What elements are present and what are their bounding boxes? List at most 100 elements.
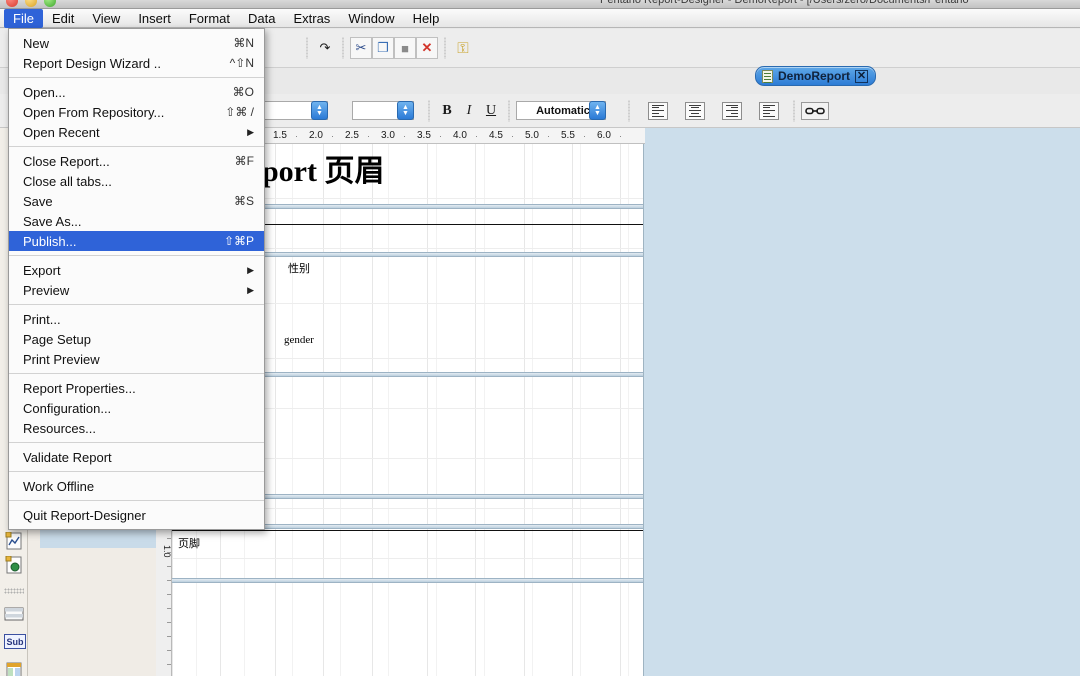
minimize-window-button[interactable] — [25, 0, 37, 7]
hruler-tick: 3.5 — [417, 130, 431, 141]
menu-bar: File Edit View Insert Format Data Extras Window… — [0, 8, 1080, 28]
file-menu-item-publish[interactable]: Publish... ⇧⌘P — [9, 231, 264, 251]
window-title: Pentaho Report-Designer - DemoReport - [… — [600, 0, 969, 6]
close-icon[interactable]: ✕ — [855, 69, 869, 83]
hruler-minor-tick: · — [619, 131, 622, 141]
menu-help[interactable]: Help — [404, 9, 449, 28]
hruler-minor-tick: · — [475, 131, 478, 141]
chevron-updown-icon[interactable]: ▲ ▼ — [311, 101, 328, 120]
file-menu-item-open[interactable]: Open... ⌘O — [9, 82, 264, 102]
grid-line-vertical — [427, 128, 428, 676]
zoom-window-button[interactable] — [44, 0, 56, 7]
file-menu-item-close-report[interactable]: Close Report... ⌘F — [9, 151, 264, 171]
report-document-icon — [762, 69, 773, 83]
column-header-label[interactable]: 性别 — [288, 260, 310, 276]
align-justify-icon[interactable] — [759, 101, 779, 120]
detail-field-gender[interactable]: gender — [284, 334, 314, 346]
file-menu-item-close-all-tabs[interactable]: Close all tabs... — [9, 171, 264, 191]
menu-item-label: New — [23, 35, 50, 51]
menu-item-label: Print... — [23, 311, 61, 327]
menu-item-shortcut: ^⇧N — [229, 56, 254, 70]
footer-text[interactable]: 页脚 — [178, 535, 200, 551]
underline-button[interactable]: U — [480, 100, 502, 122]
menu-item-label: Report Design Wizard .. — [23, 55, 161, 71]
link-glyph — [805, 107, 825, 114]
file-menu-item-export[interactable]: Export ▶ — [9, 260, 264, 280]
grid-line-vertical — [275, 128, 276, 676]
file-menu-item-resources[interactable]: Resources... — [9, 418, 264, 438]
grid-line-vertical-minor — [628, 128, 629, 676]
file-menu-item-open-from-repository[interactable]: Open From Repository... ⇧⌘ / — [9, 102, 264, 122]
tab-demoreport[interactable]: DemoReport ✕ — [755, 66, 877, 86]
chart-element-icon[interactable] — [4, 531, 24, 550]
font-size-combo[interactable]: ▲ ▼ — [352, 101, 414, 120]
grid-line-vertical — [524, 128, 525, 676]
file-menu-item-print-preview[interactable]: Print Preview — [9, 349, 264, 369]
file-menu-item-configuration[interactable]: Configuration... — [9, 398, 264, 418]
palette-separator — [4, 588, 24, 594]
bold-button[interactable]: B — [436, 100, 458, 122]
close-window-button[interactable] — [6, 0, 18, 7]
vruler-minor-tick — [167, 538, 171, 539]
file-menu-item-page-setup[interactable]: Page Setup — [9, 329, 264, 349]
file-menu-item-print[interactable]: Print... — [9, 309, 264, 329]
file-menu-item-validate-report[interactable]: Validate Report — [9, 447, 264, 467]
file-menu-item-save[interactable]: Save ⌘S — [9, 191, 264, 211]
redo-icon[interactable]: ↷ — [314, 37, 336, 59]
window-titlebar: Pentaho Report-Designer - DemoReport - [… — [0, 0, 1080, 9]
menu-item-label: Export — [23, 262, 61, 278]
file-menu-item-work-offline[interactable]: Work Offline — [9, 476, 264, 496]
menu-item-label: Open From Repository... — [23, 104, 165, 120]
menu-data[interactable]: Data — [239, 9, 284, 28]
menu-item-shortcut: ⌘F — [234, 154, 254, 168]
menu-insert[interactable]: Insert — [129, 9, 180, 28]
survey-scale-element-icon[interactable] — [4, 555, 24, 574]
chevron-updown-icon[interactable]: ▲ ▼ — [397, 101, 414, 120]
menu-view[interactable]: View — [83, 9, 129, 28]
italic-button[interactable]: I — [458, 100, 480, 122]
menu-extras[interactable]: Extras — [284, 9, 339, 28]
menu-format[interactable]: Format — [180, 9, 239, 28]
font-family-combo[interactable]: ▲ ▼ — [262, 101, 328, 120]
tab-label: DemoReport — [778, 69, 851, 83]
hruler-tick: 5.0 — [525, 130, 539, 141]
hyperlink-icon[interactable] — [801, 101, 829, 120]
align-right-icon[interactable] — [722, 101, 742, 120]
vruler-minor-tick — [167, 608, 171, 609]
file-menu-item-save-as[interactable]: Save As... — [9, 211, 264, 231]
menu-item-label: Validate Report — [23, 449, 112, 465]
file-menu-item-preview[interactable]: Preview ▶ — [9, 280, 264, 300]
vruler-minor-tick — [167, 650, 171, 651]
hruler-tick: 2.5 — [345, 130, 359, 141]
subreport-element-icon[interactable]: Sub — [4, 634, 26, 649]
font-color-combo[interactable]: Automatic ▲ ▼ — [516, 101, 606, 120]
menu-item-label: Page Setup — [23, 331, 91, 347]
file-menu-item-report-properties[interactable]: Report Properties... — [9, 378, 264, 398]
paste-icon[interactable]: ■ — [394, 37, 416, 59]
format-separator — [508, 99, 510, 122]
lock-icon[interactable]: ⚿ — [452, 37, 474, 59]
file-menu-item-report-design-wizard[interactable]: Report Design Wizard .. ^⇧N — [9, 53, 264, 73]
grid-line-vertical-minor — [388, 128, 389, 676]
copy-icon[interactable]: ❐ — [372, 37, 394, 59]
band-splitter[interactable] — [172, 578, 643, 583]
hruler-tick: 2.0 — [309, 130, 323, 141]
file-menu-item-open-recent[interactable]: Open Recent ▶ — [9, 122, 264, 142]
align-center-icon[interactable] — [685, 101, 705, 120]
file-menu-dropdown[interactable]: New ⌘N Report Design Wizard .. ^⇧N Open... ⌘O… — [8, 28, 265, 530]
right-empty-pane — [643, 128, 1080, 676]
menu-file[interactable]: File — [4, 8, 43, 28]
menu-item-label: Resources... — [23, 420, 96, 436]
file-menu-item-quit-report-designer[interactable]: Quit Report-Designer — [9, 505, 264, 525]
hruler-tick: 6.0 — [597, 130, 611, 141]
align-left-icon[interactable] — [648, 101, 668, 120]
band-element-icon[interactable] — [4, 606, 24, 624]
menu-item-label: Configuration... — [23, 400, 112, 416]
menu-edit[interactable]: Edit — [43, 9, 83, 28]
delete-icon[interactable]: ✕ — [416, 37, 438, 59]
file-menu-item-new[interactable]: New ⌘N — [9, 33, 264, 53]
cut-icon[interactable]: ✂ — [350, 37, 372, 59]
chevron-updown-icon[interactable]: ▲ ▼ — [589, 101, 606, 120]
menu-window[interactable]: Window — [339, 9, 403, 28]
table-element-icon[interactable] — [4, 662, 24, 676]
